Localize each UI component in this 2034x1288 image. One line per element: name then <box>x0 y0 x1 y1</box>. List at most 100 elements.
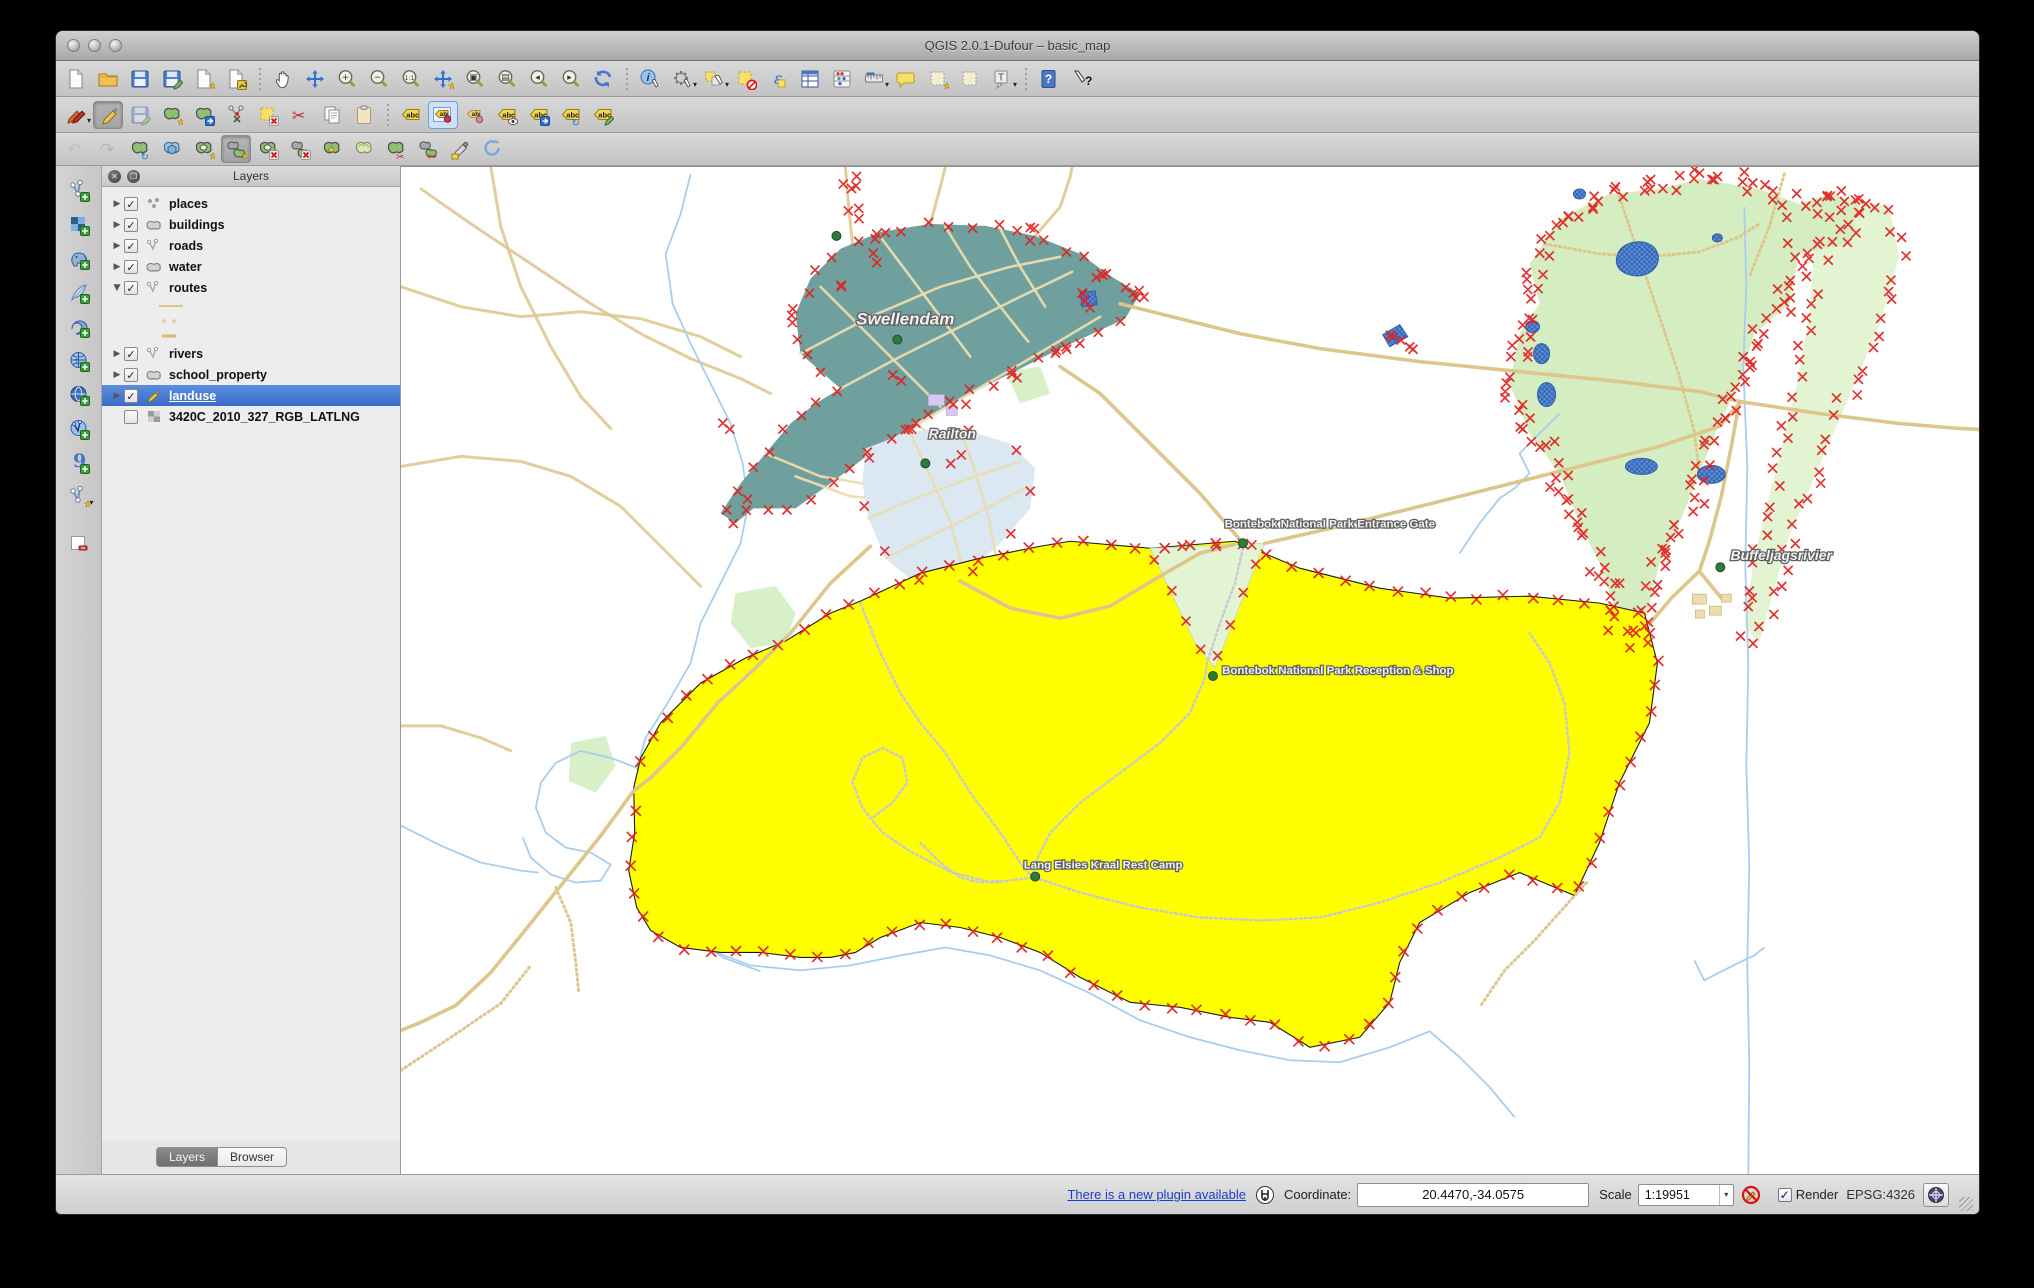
move-label-button[interactable]: abc <box>524 101 554 129</box>
expander-icon[interactable]: ▶ <box>110 391 124 401</box>
new-plugin-link[interactable]: There is a new plugin available <box>1067 1187 1246 1202</box>
delete-part-button[interactable] <box>285 135 315 163</box>
zoom-button[interactable] <box>109 39 122 52</box>
zoom-to-layer-button[interactable]: ▤ <box>492 65 522 93</box>
map-tips-button[interactable] <box>891 65 921 93</box>
layer-row-places[interactable]: ▶ ✓ places <box>102 193 400 214</box>
coordinate-input[interactable]: 20.4470,-34.0575 <box>1357 1182 1590 1207</box>
title-bar[interactable]: QGIS 2.0.1-Dufour – basic_map <box>56 31 1979 61</box>
layer-row-water[interactable]: ▶ ✓ water <box>102 256 400 277</box>
dropdown-caret-icon[interactable]: ▾ <box>693 80 697 89</box>
zoom-to-selection-button[interactable]: ▣ <box>460 65 490 93</box>
layer-visibility-checkbox[interactable]: ✓ <box>124 280 138 295</box>
close-button[interactable] <box>67 39 80 52</box>
field-calculator-button[interactable] <box>827 65 857 93</box>
expander-icon[interactable]: ▶ <box>110 199 124 209</box>
layer-label[interactable]: routes <box>169 281 207 295</box>
dropdown-caret-icon[interactable]: ▾ <box>87 116 91 125</box>
layer-row-rivers[interactable]: ▶ ✓ rivers <box>102 343 400 364</box>
measure-button[interactable]: ▾ <box>859 65 889 93</box>
add-feature-button[interactable]: ★ <box>157 101 187 129</box>
add-spatialite-layer-button[interactable] <box>64 279 94 307</box>
layer-row-routes[interactable]: ▼ ✓ routes <box>102 277 400 298</box>
whats-this-button[interactable]: ? <box>1066 65 1096 93</box>
paste-features-button[interactable] <box>349 101 379 129</box>
undo-button[interactable]: ↶ <box>61 135 91 163</box>
pin-unpin-labels-button[interactable]: ab <box>428 100 458 129</box>
dropdown-caret-icon[interactable]: ▾ <box>89 498 93 507</box>
select-by-expression-button[interactable]: ε <box>763 65 793 93</box>
add-vector-layer-button[interactable] <box>64 177 94 205</box>
delete-selected-button[interactable] <box>253 101 283 129</box>
save-project-button[interactable] <box>125 65 155 93</box>
pan-map-button[interactable] <box>268 65 298 93</box>
zoom-next-button[interactable]: ▸ <box>556 65 586 93</box>
minimize-button[interactable] <box>88 39 101 52</box>
new-shapefile-layer-button[interactable]: ★▾ <box>64 483 94 511</box>
new-project-button[interactable] <box>61 65 91 93</box>
offset-curve-button[interactable] <box>349 135 379 163</box>
layer-visibility-checkbox[interactable]: ✓ <box>124 367 138 382</box>
run-feature-action-button[interactable]: ▾ <box>667 65 697 93</box>
layer-visibility-checkbox[interactable]: ✓ <box>124 259 138 274</box>
node-tool-button[interactable] <box>221 101 251 129</box>
expander-icon[interactable]: ▶ <box>110 262 124 272</box>
toggle-editing-button[interactable] <box>93 100 123 129</box>
merge-features-button[interactable] <box>445 135 475 163</box>
map-canvas[interactable]: Swellendam Railton Bontebok National Park … <box>401 166 1979 1174</box>
layer-row-roads[interactable]: ▶ ✓ roads <box>102 235 400 256</box>
zoom-actual-button[interactable]: 1:1 <box>396 65 426 93</box>
add-postgis-layer-button[interactable] <box>64 245 94 273</box>
layer-label[interactable]: landuse <box>169 389 216 403</box>
select-features-button[interactable]: ▾ <box>699 65 729 93</box>
new-bookmark-button[interactable]: ★ <box>923 65 953 93</box>
refresh-map-button[interactable] <box>588 65 618 93</box>
expander-icon[interactable]: ▶ <box>110 370 124 380</box>
text-annotation-button[interactable]: T ▾ <box>987 65 1017 93</box>
layer-row-3420C_2010_327_RGB_LATLNG[interactable]: 3420C_2010_327_RGB_LATLNG <box>102 406 400 427</box>
layer-row-school_property[interactable]: ▶ ✓ school_property <box>102 364 400 385</box>
layer-visibility-checkbox[interactable]: ✓ <box>124 196 138 211</box>
add-mssql-layer-button[interactable] <box>64 313 94 341</box>
add-wcs-layer-button[interactable] <box>64 381 94 409</box>
dropdown-caret-icon[interactable]: ▾ <box>885 80 889 89</box>
add-delimited-text-layer-button[interactable]: 9 <box>64 449 94 477</box>
split-parts-button[interactable]: ✂ <box>413 135 443 163</box>
layer-label[interactable]: buildings <box>169 218 225 232</box>
panel-tab-browser[interactable]: Browser <box>218 1147 288 1167</box>
save-project-as-button[interactable] <box>157 65 187 93</box>
expander-icon[interactable]: ▼ <box>110 283 124 293</box>
dropdown-caret-icon[interactable]: ▾ <box>1013 80 1017 89</box>
add-part-button[interactable]: ★ <box>221 135 251 163</box>
layer-visibility-checkbox[interactable]: ✓ <box>124 346 138 361</box>
zoom-last-button[interactable]: ◂ <box>524 65 554 93</box>
show-bookmarks-button[interactable] <box>955 65 985 93</box>
help-button[interactable]: ? <box>1034 65 1064 93</box>
redo-button[interactable]: ↷ <box>93 135 123 163</box>
render-checkbox[interactable]: ✓ <box>1777 1187 1792 1202</box>
expander-icon[interactable]: ▶ <box>110 349 124 359</box>
panel-close-icon[interactable]: ✕ <box>108 169 121 183</box>
open-attribute-table-button[interactable] <box>795 65 825 93</box>
layer-row-landuse[interactable]: ▶ ✓ landuse <box>102 385 400 406</box>
panel-tab-layers[interactable]: Layers <box>156 1147 219 1167</box>
expander-icon[interactable]: ▶ <box>110 241 124 251</box>
layer-label[interactable]: roads <box>169 239 203 253</box>
resize-grip[interactable] <box>1959 1197 1973 1211</box>
simplify-feature-button[interactable] <box>157 135 187 163</box>
current-edits-button[interactable]: ▾ <box>61 101 91 129</box>
show-hide-labels-button[interactable]: abc <box>492 101 522 129</box>
crs-status-button[interactable] <box>1923 1182 1949 1207</box>
change-label-button[interactable]: abc <box>588 101 618 129</box>
rotate-label-button[interactable]: abc ↻ <box>556 101 586 129</box>
identify-features-button[interactable]: i <box>635 65 665 93</box>
layer-label[interactable]: 3420C_2010_327_RGB_LATLNG <box>169 410 360 424</box>
layer-visibility-checkbox[interactable] <box>124 409 138 424</box>
move-feature-button[interactable] <box>189 101 219 129</box>
highlight-pinned-labels-button[interactable]: ab <box>460 101 490 129</box>
layers-panel-header[interactable]: ✕ ❐ Layers <box>102 166 400 187</box>
new-print-composer-button[interactable]: ★ <box>189 65 219 93</box>
dropdown-caret-icon[interactable]: ▾ <box>725 80 729 89</box>
scale-dropdown-icon[interactable]: ▾ <box>1718 1184 1733 1205</box>
scale-combobox[interactable]: 1:19951 ▾ <box>1637 1183 1734 1206</box>
